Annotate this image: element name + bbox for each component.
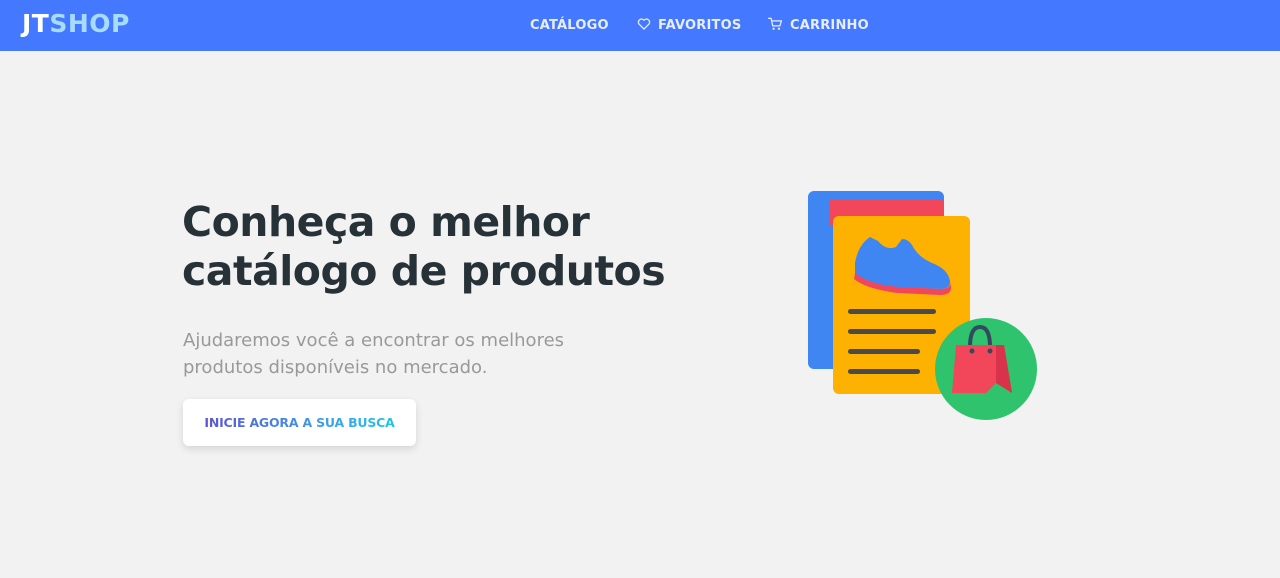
hero-title-line2: catálogo de produtos (182, 247, 666, 295)
nav-favoritos-label: FAVORITOS (658, 18, 742, 33)
logo-part-shop: SHOP (49, 9, 130, 38)
nav-carrinho[interactable]: CARRINHO (768, 0, 869, 51)
hero-title-line1: Conheça o melhor (182, 198, 590, 246)
hero-title: Conheça o melhor catálogo de produtos (182, 198, 702, 296)
logo-part-jt: JT (22, 9, 50, 38)
heart-icon (637, 17, 651, 34)
product-catalog-illustration (800, 185, 1045, 434)
top-navbar: JTSHOP CATÁLOGO FAVORITOS CARRINHO (0, 0, 1280, 51)
nav-carrinho-label: CARRINHO (790, 18, 869, 33)
site-logo[interactable]: JTSHOP (22, 9, 130, 39)
start-search-button-label: INICIE AGORA A SUA BUSCA (204, 415, 395, 430)
cart-icon (768, 17, 783, 35)
hero-subtitle-line2: produtos disponíveis no mercado. (183, 357, 488, 378)
nav-favoritos[interactable]: FAVORITOS (637, 0, 741, 51)
nav-catalogo[interactable]: CATÁLOGO (530, 0, 609, 51)
hero-subtitle: Ajudaremos você a encontrar os melhores … (183, 327, 603, 381)
hero-subtitle-line1: Ajudaremos você a encontrar os melhores (183, 330, 565, 351)
nav-catalogo-label: CATÁLOGO (530, 18, 609, 33)
start-search-button[interactable]: INICIE AGORA A SUA BUSCA (183, 399, 416, 446)
